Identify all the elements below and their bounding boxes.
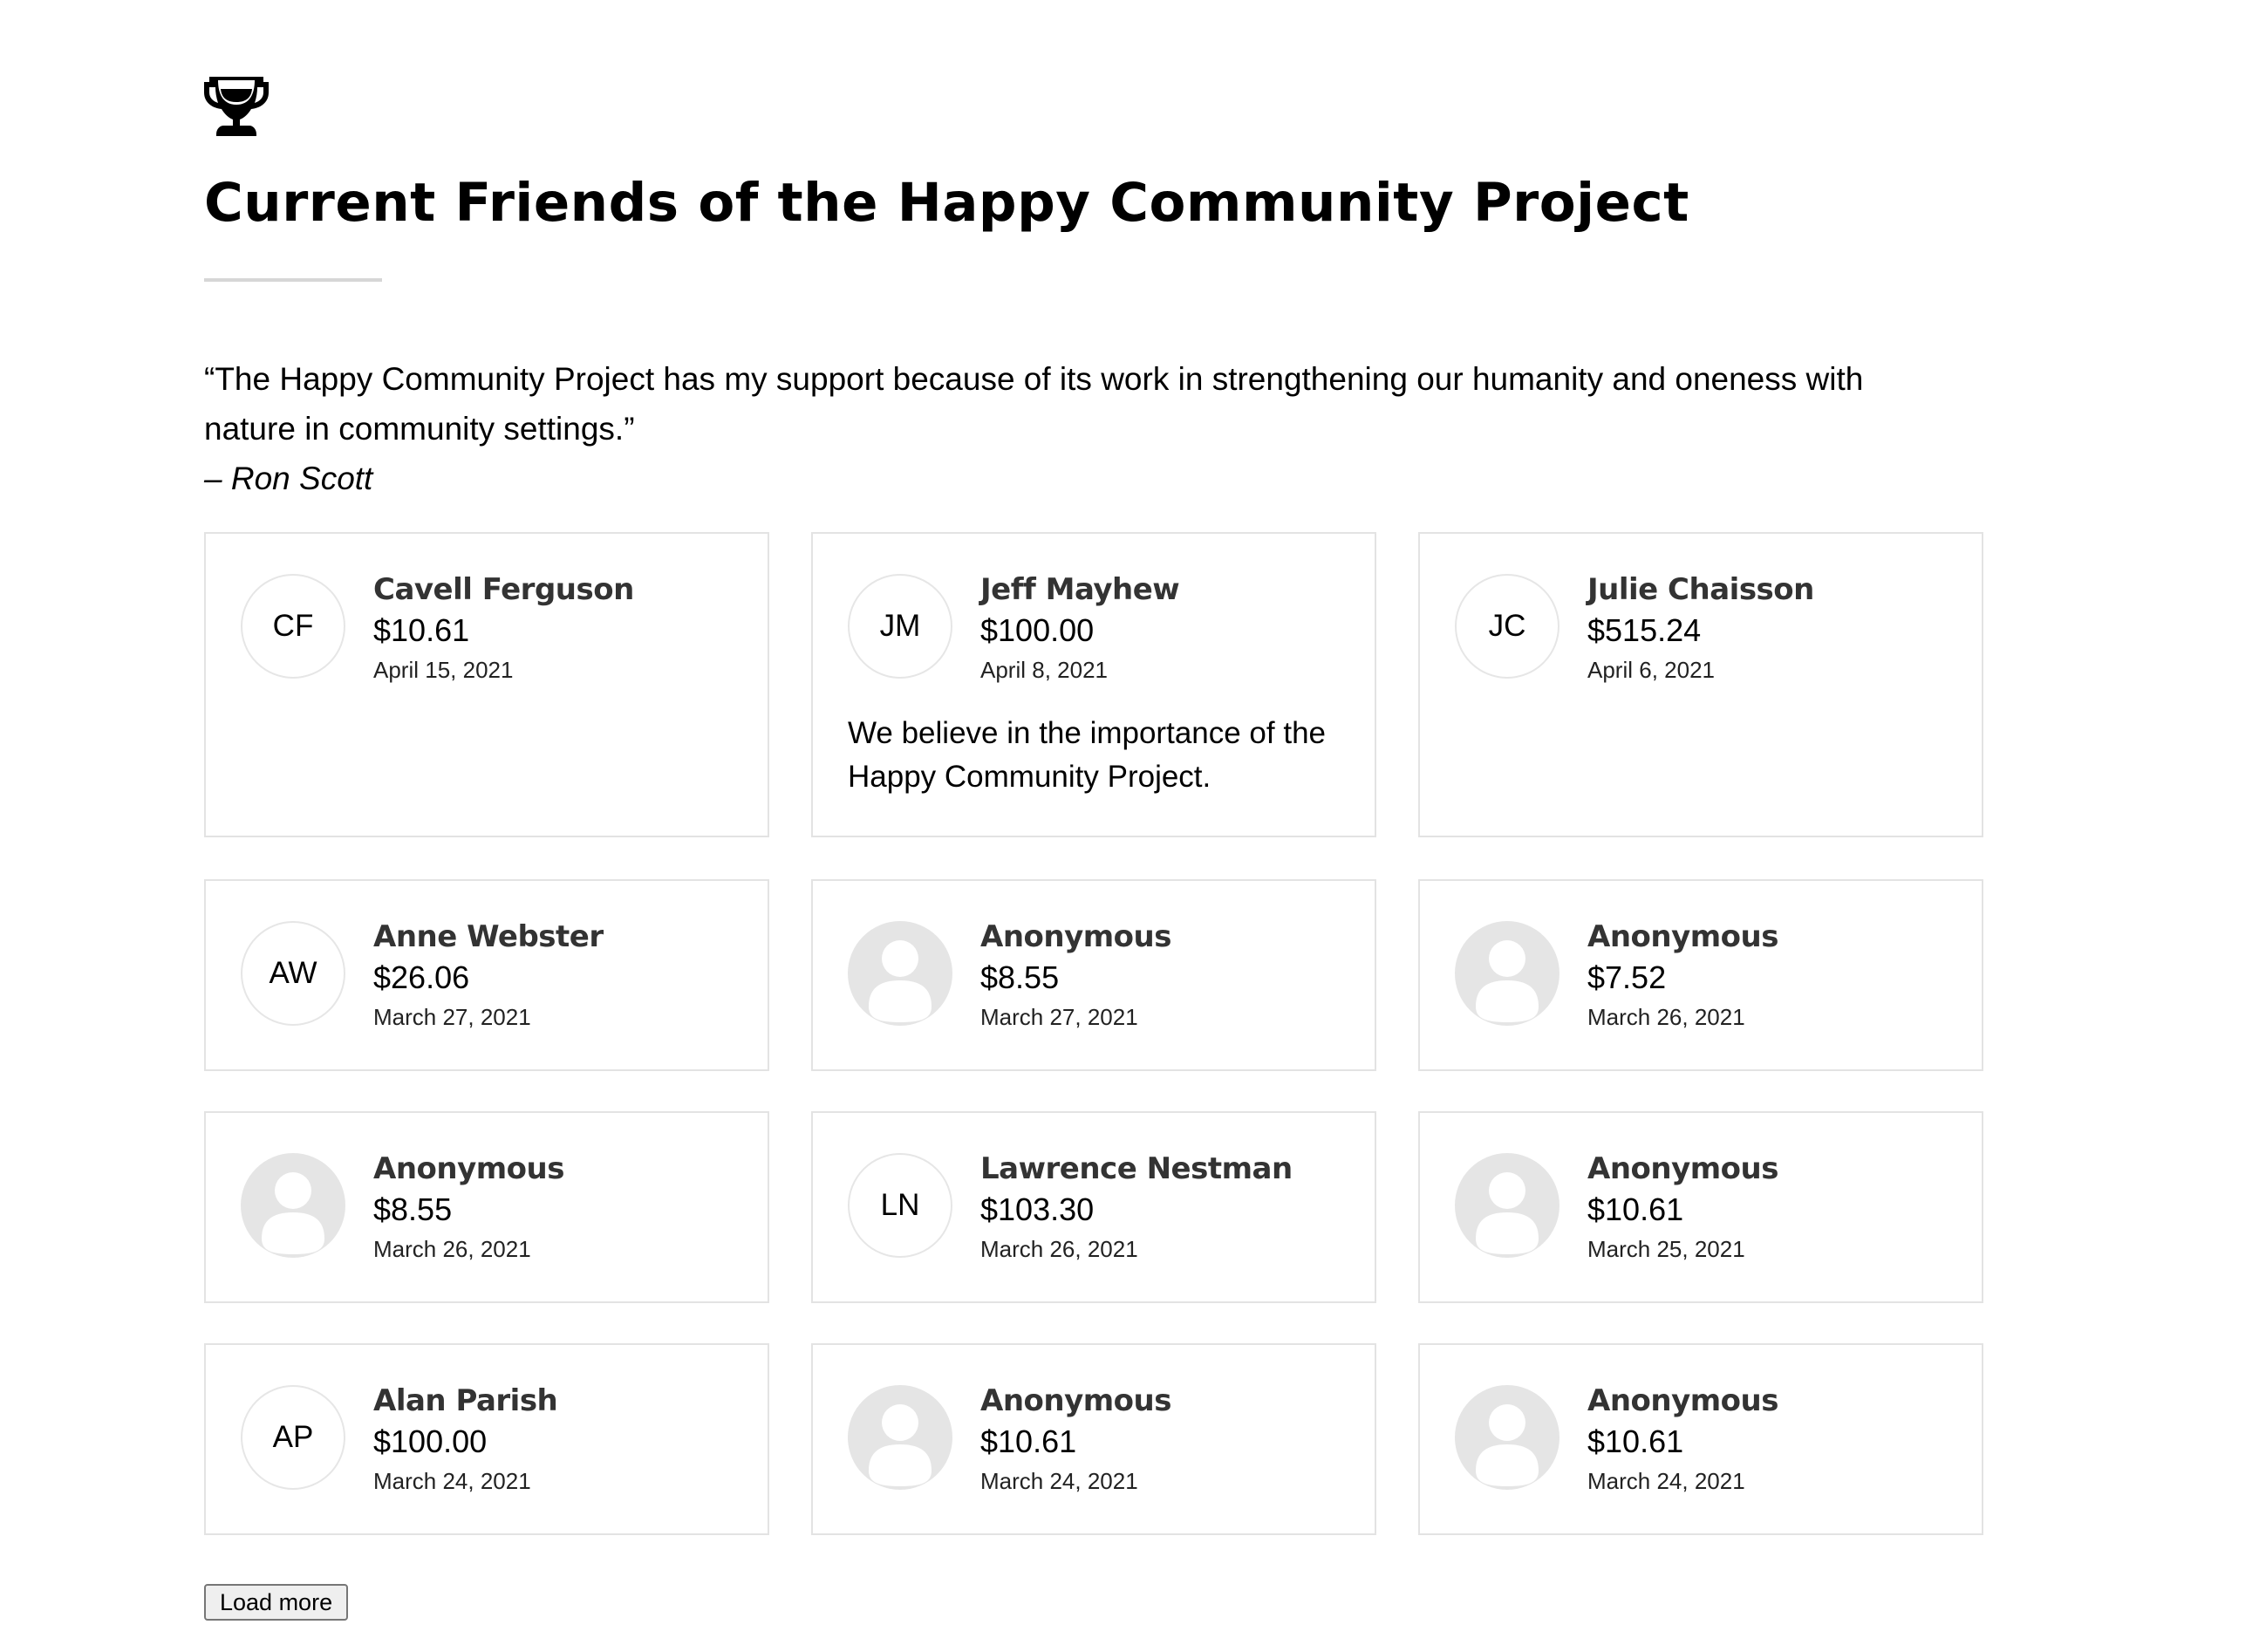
- load-more-button[interactable]: Load more: [204, 1584, 349, 1621]
- donor-card: Anonymous $10.61 March 24, 2021: [811, 1343, 1376, 1535]
- donor-info: Alan Parish $100.00 March 24, 2021: [373, 1382, 750, 1498]
- donation-date: April 15, 2021: [373, 657, 514, 683]
- donation-amount: $100.00: [980, 612, 1095, 648]
- donation-amount: $7.52: [1587, 959, 1667, 995]
- donor-name: Anonymous: [1587, 1151, 1778, 1186]
- donor-card: Anonymous $8.55 March 27, 2021: [811, 879, 1376, 1071]
- anonymous-avatar-icon: [848, 921, 952, 1026]
- donation-amount: $10.61: [980, 1423, 1077, 1459]
- page-title: Current Friends of the Happy Community P…: [204, 172, 1689, 234]
- donor-info: Anonymous $10.61 March 24, 2021: [980, 1382, 1357, 1498]
- anonymous-avatar-icon: [1455, 1385, 1559, 1490]
- donation-date: March 26, 2021: [373, 1236, 531, 1262]
- avatar-initials: AW: [241, 921, 345, 1026]
- donor-name: Lawrence Nestman: [980, 1151, 1293, 1186]
- testimonial-quote: “The Happy Community Project has my supp…: [204, 354, 1957, 503]
- donor-info: Julie Chaisson $515.24 April 6, 2021: [1587, 570, 1964, 687]
- donation-amount: $515.24: [1587, 612, 1702, 648]
- anonymous-avatar-icon: [1455, 1153, 1559, 1258]
- donation-date: April 8, 2021: [980, 657, 1108, 683]
- donor-info: Anonymous $8.55 March 26, 2021: [373, 1150, 750, 1266]
- donor-name: Anonymous: [1587, 919, 1778, 954]
- donor-name: Anonymous: [373, 1151, 564, 1186]
- quote-text: “The Happy Community Project has my supp…: [204, 361, 1864, 447]
- donor-info: Cavell Ferguson $10.61 April 15, 2021: [373, 570, 750, 687]
- quote-author: – Ron Scott: [204, 461, 373, 496]
- donor-info: Lawrence Nestman $103.30 March 26, 2021: [980, 1150, 1357, 1266]
- donation-date: March 26, 2021: [1587, 1004, 1745, 1030]
- donation-amount: $8.55: [373, 1191, 453, 1227]
- donor-name: Anonymous: [980, 1383, 1171, 1418]
- donation-date: April 6, 2021: [1587, 657, 1715, 683]
- donor-card: AP Alan Parish $100.00 March 24, 2021: [204, 1343, 769, 1535]
- avatar-initials: LN: [848, 1153, 952, 1258]
- avatar-initials: AP: [241, 1385, 345, 1490]
- donation-date: March 27, 2021: [980, 1004, 1138, 1030]
- donation-amount: $10.61: [373, 612, 470, 648]
- donor-name: Cavell Ferguson: [373, 572, 634, 607]
- donor-info: Anonymous $10.61 March 25, 2021: [1587, 1150, 1964, 1266]
- donor-card: LN Lawrence Nestman $103.30 March 26, 2021: [811, 1111, 1376, 1303]
- donor-name: Anne Webster: [373, 919, 604, 954]
- donation-date: March 27, 2021: [373, 1004, 531, 1030]
- title-divider: [204, 278, 382, 282]
- avatar-initials: JM: [848, 574, 952, 679]
- anonymous-avatar-icon: [1455, 921, 1559, 1026]
- donation-date: March 24, 2021: [1587, 1468, 1745, 1494]
- donor-card: Anonymous $10.61 March 25, 2021: [1418, 1111, 1983, 1303]
- donation-amount: $100.00: [373, 1423, 488, 1459]
- donor-name: Alan Parish: [373, 1383, 558, 1418]
- donation-amount: $10.61: [1587, 1191, 1684, 1227]
- donor-info: Anonymous $8.55 March 27, 2021: [980, 918, 1357, 1034]
- donor-message: We believe in the importance of the Happ…: [848, 716, 1327, 794]
- anonymous-avatar-icon: [848, 1385, 952, 1490]
- donation-amount: $10.61: [1587, 1423, 1684, 1459]
- donor-card: JC Julie Chaisson $515.24 April 6, 2021: [1418, 532, 1983, 837]
- donor-wall-page: Current Friends of the Happy Community P…: [0, 0, 2259, 1652]
- avatar-initials: CF: [241, 574, 345, 679]
- donation-amount: $26.06: [373, 959, 470, 995]
- donation-date: March 24, 2021: [980, 1468, 1138, 1494]
- donor-info: Jeff Mayhew $100.00 April 8, 2021: [980, 570, 1357, 687]
- donation-date: March 24, 2021: [373, 1468, 531, 1494]
- trophy-icon: [204, 77, 269, 136]
- donor-name: Anonymous: [980, 919, 1171, 954]
- donor-card: JM Jeff Mayhew $100.00 April 8, 2021 We beli…: [811, 532, 1376, 837]
- donor-card: Anonymous $10.61 March 24, 2021: [1418, 1343, 1983, 1535]
- donor-info: Anonymous $10.61 March 24, 2021: [1587, 1382, 1964, 1498]
- anonymous-avatar-icon: [241, 1153, 345, 1258]
- avatar-initials: JC: [1455, 574, 1559, 679]
- donor-name: Jeff Mayhew: [980, 572, 1180, 607]
- donation-date: March 25, 2021: [1587, 1236, 1745, 1262]
- donor-card: AW Anne Webster $26.06 March 27, 2021: [204, 879, 769, 1071]
- donor-card: CF Cavell Ferguson $10.61 April 15, 2021: [204, 532, 769, 837]
- donation-date: March 26, 2021: [980, 1236, 1138, 1262]
- donor-info: Anonymous $7.52 March 26, 2021: [1587, 918, 1964, 1034]
- donation-amount: $8.55: [980, 959, 1060, 995]
- donor-name: Julie Chaisson: [1587, 572, 1814, 607]
- donor-card: Anonymous $7.52 March 26, 2021: [1418, 879, 1983, 1071]
- donor-name: Anonymous: [1587, 1383, 1778, 1418]
- donation-amount: $103.30: [980, 1191, 1095, 1227]
- donor-info: Anne Webster $26.06 March 27, 2021: [373, 918, 750, 1034]
- donor-card: Anonymous $8.55 March 26, 2021: [204, 1111, 769, 1303]
